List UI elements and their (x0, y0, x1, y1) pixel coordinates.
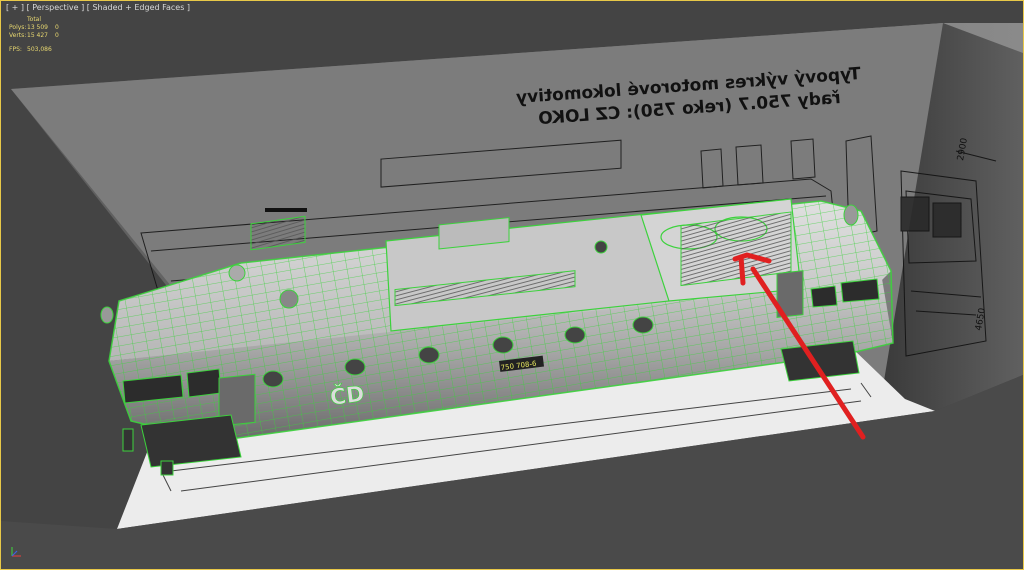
stats-header: Total (27, 16, 42, 23)
statistics-overlay: Total Polys: 13 509 0 Verts: 15 427 0 (9, 16, 65, 40)
fps-label: FPS: (9, 46, 22, 53)
3d-viewport[interactable]: 2900 4650 Typový výkres motorové lokomot… (0, 0, 1024, 570)
stats-key: Verts: (9, 32, 27, 39)
stats-key: Polys: (9, 24, 27, 31)
fps-value: 503,086 (27, 46, 52, 53)
stats-row-polys: Polys: 13 509 0 (9, 24, 65, 32)
stats-selected: 0 (55, 24, 59, 31)
roof-horn (279, 289, 299, 309)
axis-gizmo-icon (11, 547, 21, 557)
stats-value: 15 427 (27, 32, 48, 39)
roof-light (228, 264, 246, 282)
stats-value: 13 509 (27, 24, 48, 31)
viewport-scene[interactable]: 2900 4650 Typový výkres motorové lokomot… (1, 1, 1023, 569)
cd-logo: ČD (329, 381, 366, 411)
side-radiator (680, 211, 792, 287)
fps-readout: FPS: 503,086 (9, 46, 52, 53)
roof-antenna (594, 240, 608, 254)
stats-selected: 0 (55, 32, 59, 39)
viewport-label-menu[interactable]: [ + ] [ Perspective ] [ Shaded + Edged F… (6, 3, 190, 12)
blueprint-handle (265, 208, 307, 212)
stats-row-verts: Verts: 15 427 0 (9, 32, 65, 40)
